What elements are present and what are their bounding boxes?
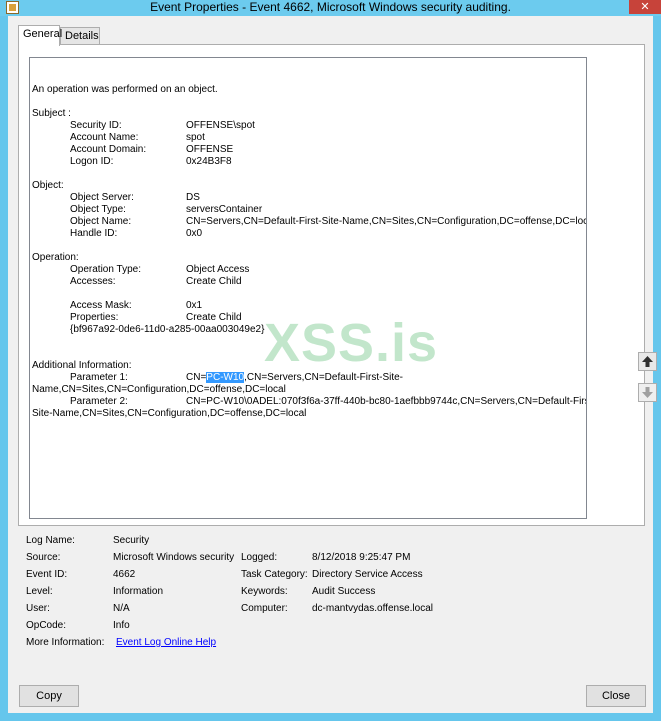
description-line: Object Server: DS <box>70 192 200 203</box>
tab-details[interactable]: Details <box>60 27 100 45</box>
title-bar[interactable]: Event Properties - Event 4662, Microsoft… <box>0 0 661 16</box>
description-line: Object Type: serversContainer <box>70 204 263 215</box>
source-label: Source: <box>26 552 61 563</box>
description-line: Site-Name,CN=Sites,CN=Configuration,DC=o… <box>32 408 307 419</box>
logged-value: 8/12/2018 9:25:47 PM <box>312 552 411 563</box>
level-label: Level: <box>26 586 53 597</box>
user-value: N/A <box>113 603 130 614</box>
description-line: Access Mask: 0x1 <box>70 300 203 311</box>
computer-value: dc-mantvydas.offense.local <box>312 603 433 614</box>
user-label: User: <box>26 603 50 614</box>
arrow-down-icon <box>642 387 653 398</box>
description-line: Name,CN=Sites,CN=Configuration,DC=offens… <box>32 384 286 395</box>
opcode-value: Info <box>113 620 130 631</box>
dialog-client: General Details An operation was perform… <box>8 16 657 713</box>
description-line: Object: <box>32 180 64 191</box>
keywords-label: Keywords: <box>241 586 288 597</box>
event-log-online-help-link[interactable]: Event Log Online Help <box>116 634 216 651</box>
previous-event-button[interactable] <box>638 352 657 371</box>
description-line <box>32 96 586 108</box>
keywords-value: Audit Success <box>312 586 376 597</box>
source-value: Microsoft Windows security <box>113 552 235 563</box>
opcode-label: OpCode: <box>26 620 67 631</box>
arrow-up-icon <box>642 356 653 367</box>
description-line: Accesses: Create Child <box>70 276 242 287</box>
description-line: Subject : <box>32 108 71 119</box>
selected-text: PC-W10 <box>206 372 245 383</box>
description-line: Handle ID: 0x0 <box>70 228 203 239</box>
description-line: Object Name: CN=Servers,CN=Default-First-… <box>70 216 587 227</box>
event-properties-window: Event Properties - Event 4662, Microsoft… <box>0 0 661 721</box>
watermark: XSS.is <box>264 313 439 373</box>
event-metadata: Log Name: Security Source: Microsoft Win… <box>26 532 646 652</box>
description-line: Security ID: OFFENSE\spot <box>70 120 255 131</box>
description-line <box>32 168 586 180</box>
event-id-label: Event ID: <box>26 569 68 580</box>
event-description-box[interactable]: An operation was performed on an object.… <box>29 57 587 519</box>
window-close-button[interactable]: ✕ <box>629 0 661 14</box>
logged-label: Logged: <box>241 552 278 563</box>
task-category-value: Directory Service Access <box>312 569 423 580</box>
description-line: Account Domain: OFFENSE <box>70 144 234 155</box>
description-line <box>32 240 586 252</box>
tab-general[interactable]: General <box>18 25 62 46</box>
description-line: Logon ID: 0x24B3F8 <box>70 156 232 167</box>
close-button[interactable]: Close <box>586 685 646 707</box>
description-line <box>32 288 586 300</box>
next-event-button[interactable] <box>638 383 657 402</box>
description-line: Account Name: spot <box>70 132 205 143</box>
log-name-label: Log Name: <box>26 535 75 546</box>
copy-button[interactable]: Copy <box>19 685 79 707</box>
window-title: Event Properties - Event 4662, Microsoft… <box>150 0 511 14</box>
level-value: Information <box>113 586 164 597</box>
event-id-value: 4662 <box>113 569 136 580</box>
general-tab-panel: An operation was performed on an object.… <box>18 44 657 526</box>
description-line: An operation was performed on an object. <box>32 84 218 95</box>
computer-label: Computer: <box>241 603 288 614</box>
event-description: An operation was performed on an object.… <box>32 60 587 444</box>
description-line: Parameter 2: CN=PC-W10\0ADEL:070f3f6a-37f… <box>70 396 587 407</box>
description-line: Operation: <box>32 252 79 263</box>
log-name-value: Security <box>113 535 150 546</box>
task-category-label: Task Category: <box>241 569 308 580</box>
description-line: Operation Type: Object Access <box>70 264 250 275</box>
more-information-label: More Information: <box>26 637 105 648</box>
